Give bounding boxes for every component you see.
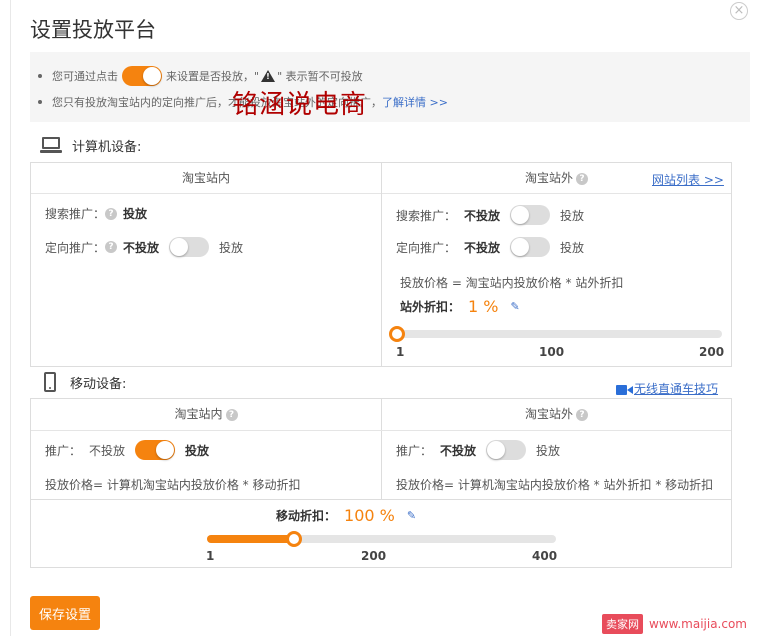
- slider-tick: 1: [206, 549, 215, 563]
- discount-value: 1 %: [468, 297, 499, 316]
- discount-value: 100 %: [344, 506, 395, 525]
- on-label: 投放: [560, 240, 585, 255]
- notice-line-1: 您可通过点击 来设置是否投放，" ! " 表示暂不可投放: [38, 66, 363, 86]
- help-icon[interactable]: ?: [105, 207, 118, 220]
- save-settings-button[interactable]: 保存设置: [30, 596, 100, 630]
- pc-section-heading: 计算机设备:: [40, 136, 141, 155]
- bullet-icon: [38, 100, 42, 104]
- notice-box: 您可通过点击 来设置是否投放，" ! " 表示暂不可投放 您只有投放淘宝站内的定…: [30, 52, 750, 122]
- header-label: 淘宝站外: [524, 407, 573, 421]
- brand-url: www.maijia.com: [649, 617, 747, 631]
- notice-text: 来设置是否投放，": [166, 70, 260, 83]
- off-label: 不投放: [440, 443, 477, 458]
- status-value: 投放: [123, 207, 148, 221]
- off-label: 不投放: [464, 208, 501, 223]
- pc-inner-targeted-row: 定向推广： ? 不投放 投放: [45, 237, 243, 257]
- slider-thumb[interactable]: [389, 326, 405, 342]
- row-label: 搜索推广：: [45, 207, 106, 221]
- pc-outer-search-toggle[interactable]: [510, 205, 551, 225]
- bullet-icon: [38, 74, 42, 78]
- pc-outer-targeted-row: 定向推广： 不投放 投放: [396, 237, 584, 257]
- pc-inner-targeted-toggle[interactable]: [169, 237, 210, 257]
- pc-table: 淘宝站内 淘宝站外? 网站列表 >> 搜索推广： ? 投放 定向推广： ? 不投…: [30, 162, 732, 367]
- slider-tick: 1: [396, 345, 405, 359]
- mobile-table: 淘宝站内? 淘宝站外? 推广： 不投放 投放 投放价格= 计算机淘宝站内投放价格…: [30, 398, 732, 568]
- help-icon[interactable]: ?: [225, 408, 238, 421]
- close-icon[interactable]: ×: [730, 2, 748, 20]
- video-icon: [616, 384, 633, 395]
- slider-tick: 200: [699, 345, 725, 359]
- warning-triangle-icon: !: [261, 70, 276, 82]
- pc-outer-discount-slider[interactable]: [389, 326, 722, 342]
- mobile-phone-icon: [44, 372, 56, 392]
- notice-text: 您可通过点击: [52, 70, 118, 83]
- help-icon[interactable]: ?: [576, 172, 588, 185]
- learn-more-link[interactable]: 了解详情 >>: [382, 94, 448, 110]
- dialog-title: 设置投放平台: [30, 18, 156, 42]
- pc-inner-search-row: 搜索推广： ? 投放: [45, 205, 147, 222]
- wireless-tips-link[interactable]: 无线直通车技巧: [616, 380, 718, 397]
- edit-pencil-icon[interactable]: ✎: [407, 509, 416, 522]
- slider-thumb[interactable]: [285, 531, 302, 547]
- off-label: 不投放: [89, 443, 126, 458]
- pc-heading-label: 计算机设备:: [72, 140, 142, 155]
- discount-label: 移动折扣：: [276, 509, 337, 523]
- row-label: 推广：: [45, 443, 82, 458]
- row-label: 定向推广：: [396, 240, 457, 255]
- mobile-discount-row: 移动折扣： 100 % ✎: [276, 506, 416, 525]
- mobile-inner-promo-toggle[interactable]: [135, 440, 176, 460]
- on-label: 投放: [185, 443, 210, 458]
- brand-watermark: 卖家网 www.maijia.com: [602, 614, 747, 634]
- computer-icon: [40, 136, 62, 155]
- sample-toggle: [122, 66, 162, 86]
- mobile-outer-header: 淘宝站外?: [382, 399, 731, 430]
- mobile-outer-promo-toggle[interactable]: [486, 440, 527, 460]
- mobile-outer-promo-row: 推广： 不投放 投放: [396, 440, 560, 460]
- header-label: 淘宝站内: [181, 171, 230, 185]
- pc-outer-targeted-toggle[interactable]: [510, 237, 551, 257]
- mobile-inner-header: 淘宝站内?: [31, 399, 381, 430]
- help-icon[interactable]: ?: [576, 408, 588, 421]
- header-divider: [31, 430, 731, 431]
- row-label: 搜索推广：: [396, 208, 457, 223]
- pc-outer-discount-row: 站外折扣： 1 % ✎: [400, 297, 520, 316]
- header-label: 淘宝站外: [524, 171, 573, 185]
- notice-text: " 表示暂不可投放: [277, 70, 363, 83]
- pc-outer-search-row: 搜索推广： 不投放 投放: [396, 205, 584, 225]
- slider-tick: 200: [361, 549, 387, 563]
- edit-pencil-icon[interactable]: ✎: [510, 300, 519, 313]
- pc-inner-header: 淘宝站内: [31, 163, 381, 194]
- slider-tick: 100: [539, 345, 565, 359]
- on-label: 投放: [536, 443, 561, 458]
- on-label: 投放: [560, 208, 585, 223]
- discount-label: 站外折扣：: [400, 300, 461, 314]
- help-icon[interactable]: ?: [105, 241, 118, 253]
- tips-link-label: 无线直通车技巧: [634, 382, 719, 396]
- site-list-link[interactable]: 网站列表 >>: [652, 171, 724, 188]
- mobile-discount-slider[interactable]: [207, 531, 556, 547]
- mobile-heading-label: 移动设备:: [70, 376, 127, 392]
- header-label: 淘宝站内: [174, 407, 223, 421]
- row-label: 推广：: [396, 443, 433, 458]
- mobile-outer-formula: 投放价格= 计算机淘宝站内投放价格 * 站外折扣 * 移动折扣: [396, 478, 714, 492]
- brand-tag: 卖家网: [602, 614, 643, 634]
- dialog-left-border: [10, 0, 11, 636]
- on-label: 投放: [219, 240, 244, 255]
- off-label: 不投放: [464, 240, 501, 255]
- pc-outer-formula: 投放价格 = 淘宝站内投放价格 * 站外折扣: [400, 276, 624, 290]
- slider-fill: [207, 535, 294, 543]
- off-label: 不投放: [123, 240, 160, 255]
- row-label: 定向推广：: [45, 240, 106, 255]
- mobile-section-heading: 移动设备:: [44, 372, 126, 392]
- watermark-text: 铭涵说电商: [232, 90, 368, 120]
- row-divider: [31, 499, 731, 500]
- mobile-inner-formula: 投放价格= 计算机淘宝站内投放价格 * 移动折扣: [45, 478, 301, 492]
- mobile-inner-promo-row: 推广： 不投放 投放: [45, 440, 209, 460]
- slider-tick: 400: [532, 549, 558, 563]
